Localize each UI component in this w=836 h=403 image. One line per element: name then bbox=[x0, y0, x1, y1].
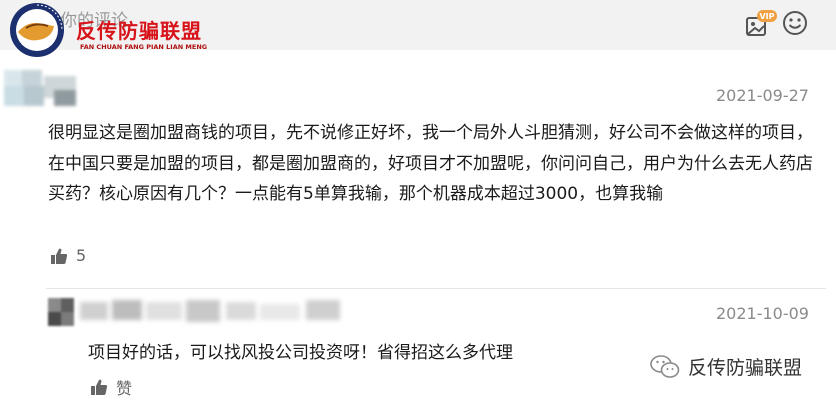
vip-badge: VIP bbox=[759, 12, 774, 21]
thumbs-up-icon bbox=[51, 248, 68, 264]
insert-image-icon[interactable]: VIP bbox=[745, 9, 779, 39]
like-button[interactable]: 5 bbox=[50, 246, 86, 265]
anti-fraud-alliance-logo: 反传防骗联盟 FAN CHUAN FANG PIAN LIAN MENG bbox=[8, 2, 222, 58]
reply-text: 项目好的话，可以找风投公司投资呀！省得招这么多代理 bbox=[88, 343, 513, 363]
watermark-text: 反传防骗联盟 bbox=[688, 357, 803, 379]
comment-text: 很明显这是圈加盟商钱的项目，先不说修正好坏，我一个局外人斗胆猜测，好公司不会做这… bbox=[48, 123, 813, 204]
reply-author-name-blurred bbox=[80, 296, 380, 326]
reply-date: 2021-10-09 bbox=[716, 304, 809, 323]
emoji-icon[interactable] bbox=[782, 10, 808, 36]
comment-author-blurred bbox=[4, 70, 76, 108]
reply-author-avatar bbox=[48, 298, 74, 326]
logo-title: 反传防骗联盟 bbox=[76, 19, 202, 43]
thumbs-up-icon bbox=[91, 379, 108, 395]
logo-emblem-icon bbox=[10, 3, 64, 57]
like-count: 5 bbox=[76, 246, 87, 265]
wechat-icon bbox=[650, 354, 680, 378]
wechat-watermark: 反传防骗联盟 bbox=[650, 353, 802, 380]
reply-like-label: 赞 bbox=[116, 379, 133, 398]
reply-like-button[interactable]: 赞 bbox=[90, 375, 132, 399]
comment-date: 2021-09-27 bbox=[716, 86, 809, 105]
reply-divider bbox=[46, 288, 826, 289]
logo-subtitle: FAN CHUAN FANG PIAN LIAN MENG bbox=[80, 43, 208, 51]
